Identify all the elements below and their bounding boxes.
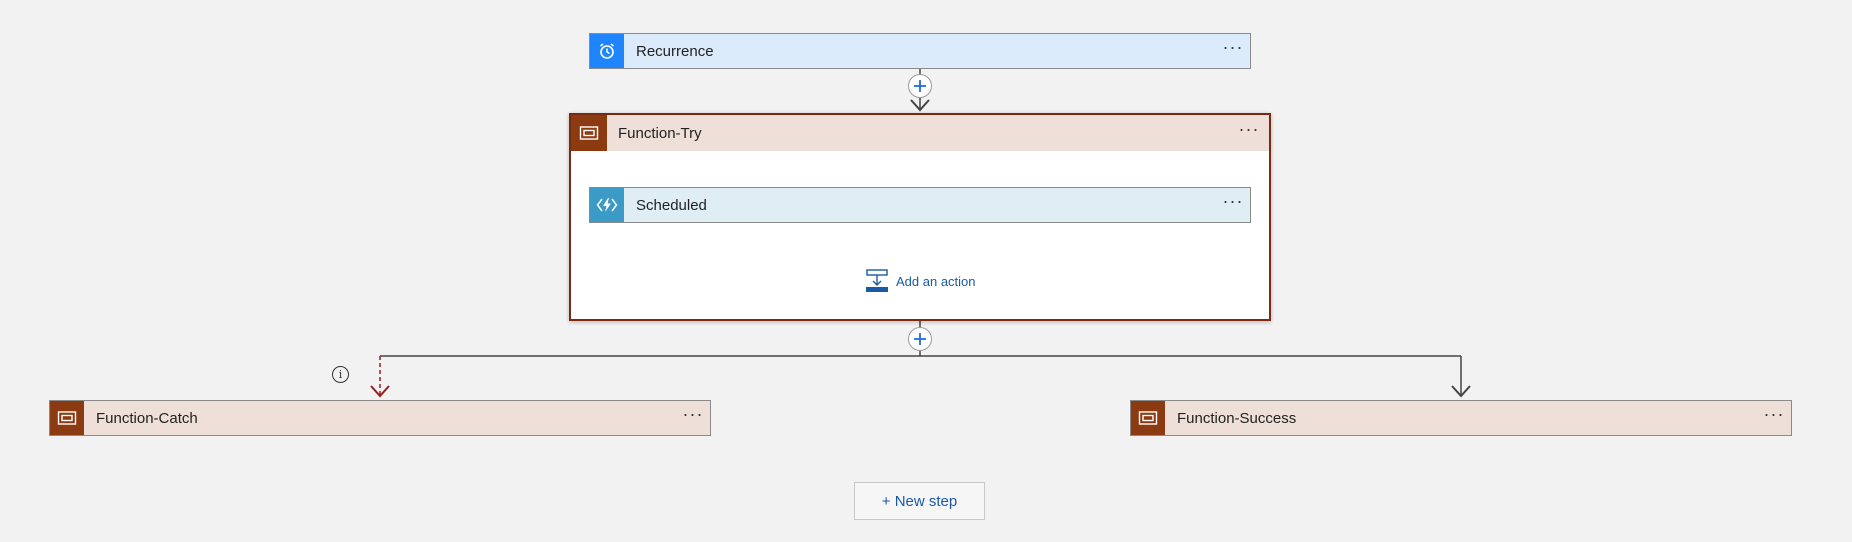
recurrence-card[interactable]: Recurrence ··· xyxy=(589,33,1251,69)
recurrence-title: Recurrence xyxy=(636,42,714,60)
function-success-more-button[interactable]: ··· xyxy=(1757,405,1791,427)
add-action-label: Add an action xyxy=(896,273,976,289)
plus-icon xyxy=(914,333,926,345)
function-catch-card[interactable]: Function-Catch ··· xyxy=(49,400,711,436)
scope-icon xyxy=(571,115,607,151)
insert-step-button-top[interactable] xyxy=(908,74,932,98)
alarm-clock-icon xyxy=(590,34,624,68)
plus-icon xyxy=(914,80,926,92)
recurrence-more-button[interactable]: ··· xyxy=(1216,38,1250,60)
function-success-card[interactable]: Function-Success ··· xyxy=(1130,400,1792,436)
scope-icon xyxy=(50,401,84,435)
function-catch-more-button[interactable]: ··· xyxy=(676,405,710,427)
function-try-title: Function-Try xyxy=(618,124,702,142)
function-success-title: Function-Success xyxy=(1177,409,1297,427)
function-try-more-button[interactable]: ··· xyxy=(1229,120,1269,142)
function-catch-title: Function-Catch xyxy=(96,409,198,427)
insert-step-button-bottom[interactable] xyxy=(908,327,932,351)
azure-function-icon xyxy=(590,188,624,222)
info-icon[interactable]: i xyxy=(332,366,349,383)
new-step-button[interactable]: + New step xyxy=(854,482,985,520)
scope-icon xyxy=(1131,401,1165,435)
scheduled-more-button[interactable]: ··· xyxy=(1216,192,1250,214)
scheduled-card[interactable]: Scheduled ··· xyxy=(589,187,1251,223)
scheduled-title: Scheduled xyxy=(636,196,707,214)
function-try-scope[interactable]: Function-Try ··· Scheduled ··· Add an ac… xyxy=(569,113,1271,321)
add-action-icon xyxy=(866,269,888,292)
function-try-header[interactable]: Function-Try ··· xyxy=(571,115,1269,151)
add-action-button[interactable]: Add an action xyxy=(866,269,976,293)
